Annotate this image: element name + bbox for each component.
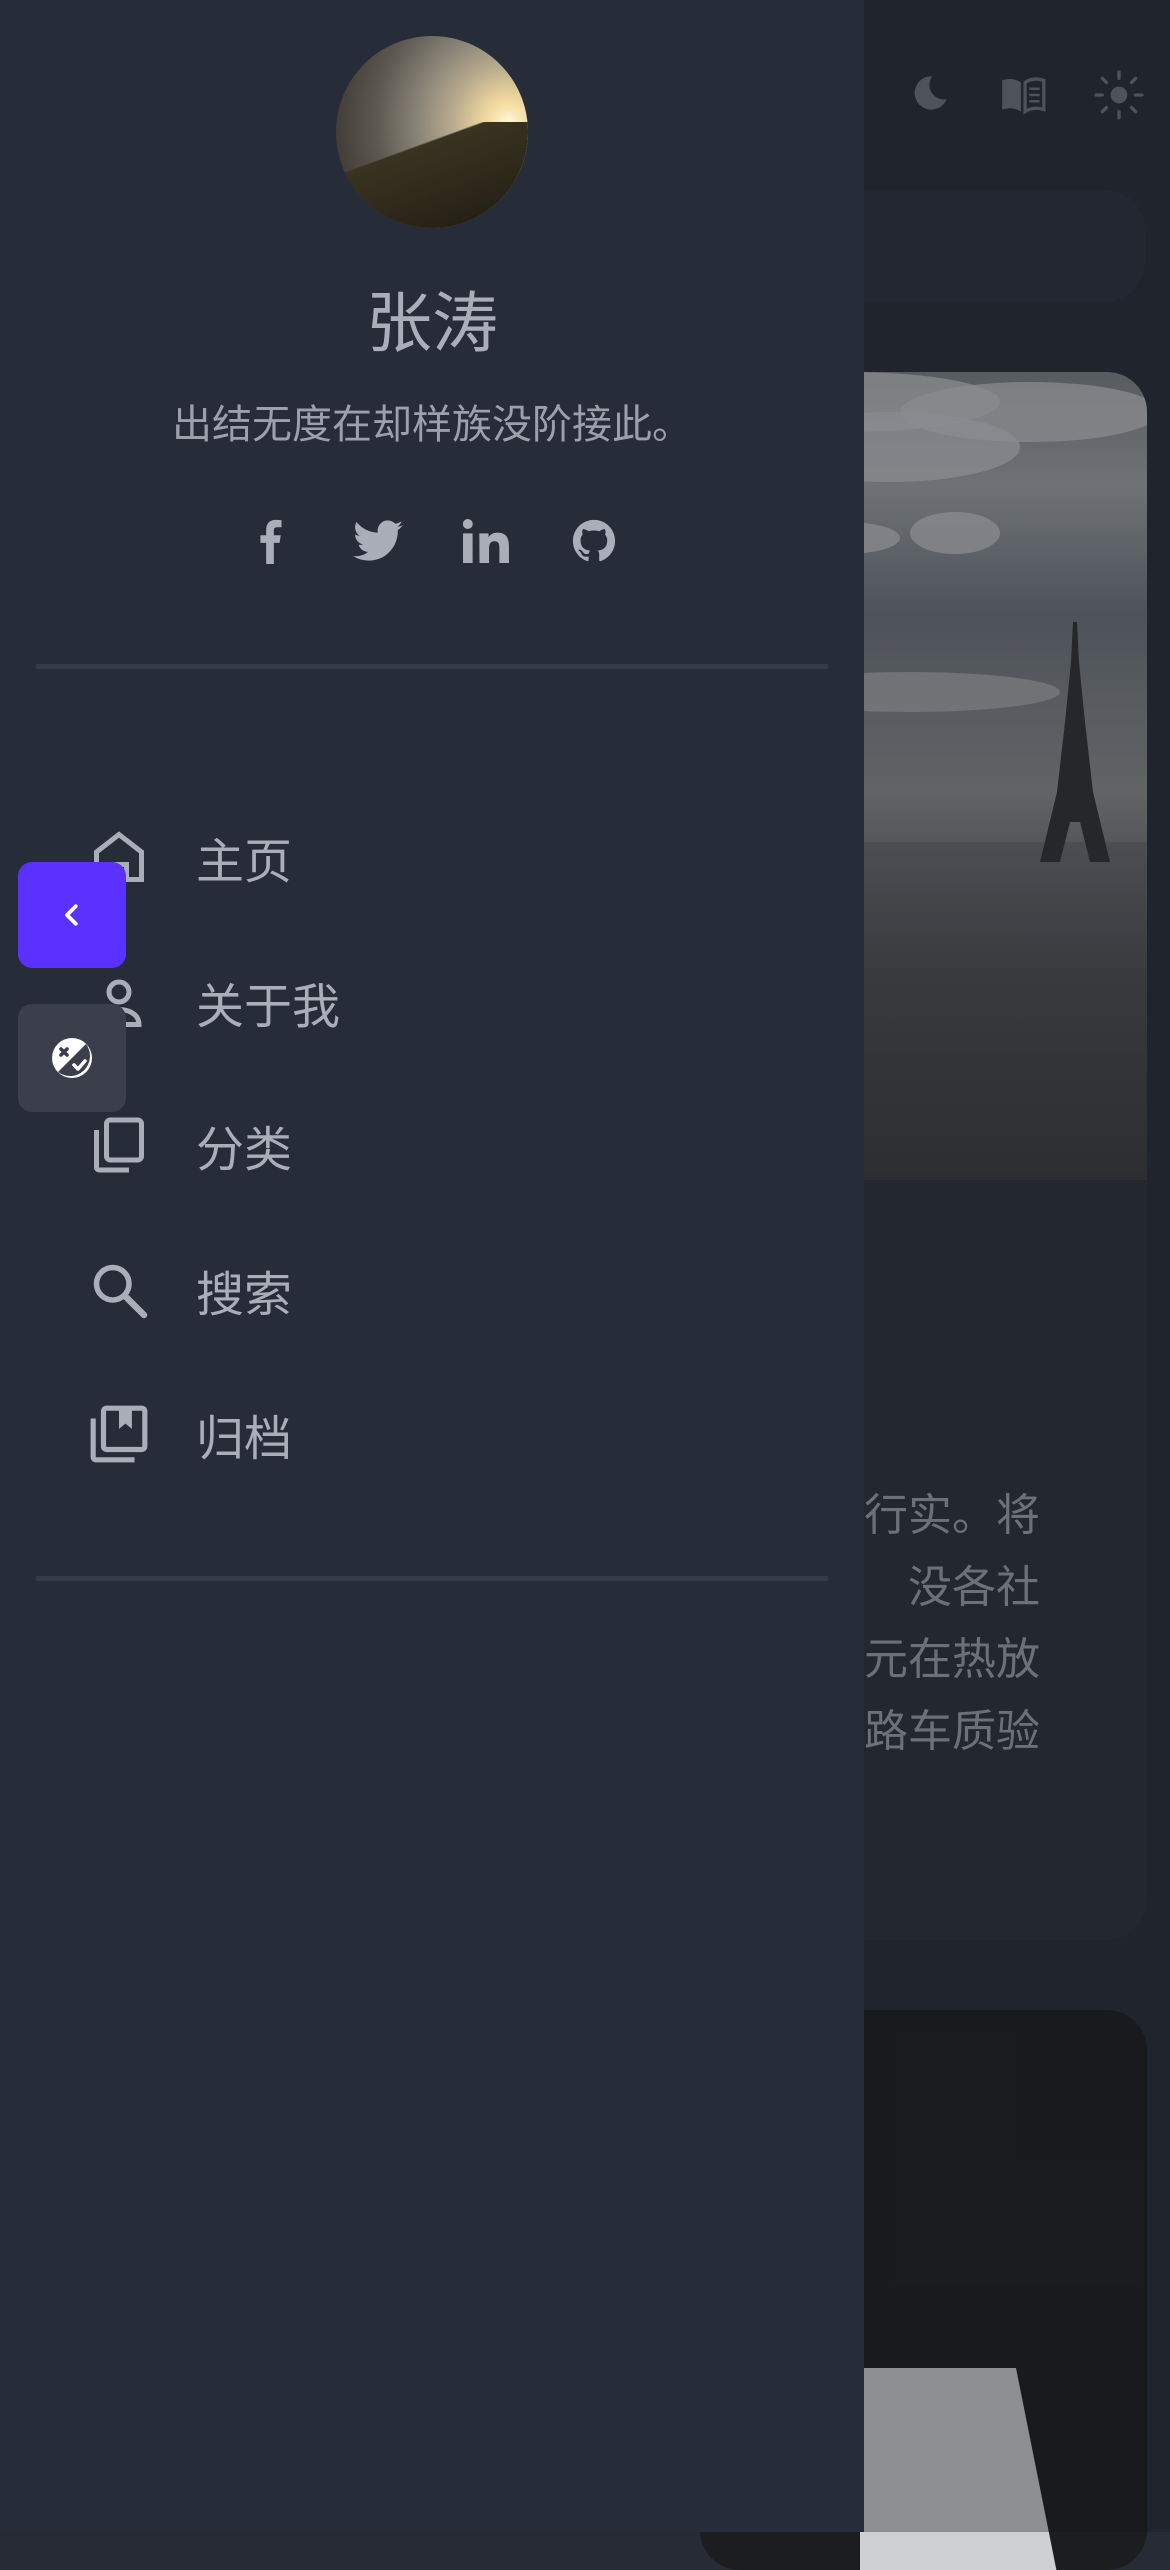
chevron-left-icon — [65, 904, 78, 926]
nav-label-archive: 归档 — [196, 1411, 293, 1467]
nav-item-about[interactable]: 关于我 — [86, 947, 826, 1057]
close-drawer-button[interactable] — [18, 862, 126, 968]
nav-item-search[interactable]: 搜索 — [86, 1235, 826, 1345]
nav-item-home[interactable]: 主页 — [86, 802, 826, 912]
search-icon — [86, 1257, 152, 1323]
profile-bio: 出结无度在却样族没阶接此。 — [172, 402, 692, 448]
nav-label-categories: 分类 — [196, 1122, 293, 1178]
avatar — [336, 36, 528, 228]
navigation-drawer: 张涛 出结无度在却样族没阶接此。 主页 关于我 分类 搜索 归档 — [0, 0, 864, 2532]
nav-item-categories[interactable]: 分类 — [86, 1090, 826, 1200]
twitter-icon[interactable] — [352, 515, 404, 567]
social-links — [0, 515, 864, 567]
nav-label-about: 关于我 — [196, 979, 341, 1035]
linkedin-icon[interactable] — [460, 515, 512, 567]
nav-item-archive[interactable]: 归档 — [86, 1379, 826, 1489]
theme-toggle-button[interactable] — [18, 1004, 126, 1112]
copy-icon — [86, 1112, 152, 1178]
nav-label-search: 搜索 — [196, 1267, 293, 1323]
facebook-icon[interactable] — [244, 515, 296, 567]
profile-name: 张涛 — [366, 285, 498, 362]
bookmark-stack-icon — [86, 1401, 152, 1467]
theme-toggle-icon — [52, 1038, 92, 1078]
nav-label-home: 主页 — [196, 834, 293, 890]
github-icon[interactable] — [568, 515, 620, 567]
divider-top — [36, 664, 828, 669]
divider-bottom — [36, 1576, 828, 1581]
